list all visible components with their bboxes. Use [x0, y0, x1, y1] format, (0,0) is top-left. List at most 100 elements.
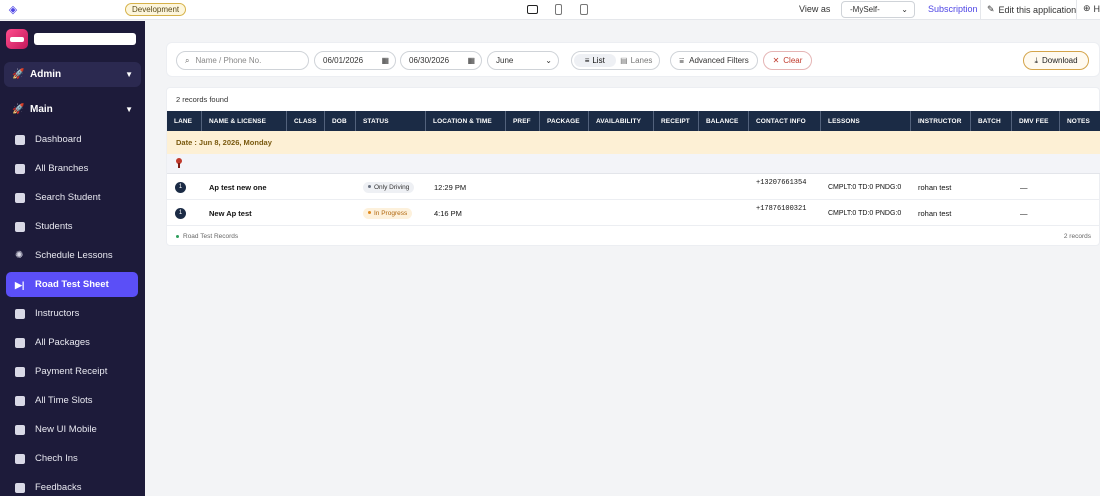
edit-application-label: Edit this application: [998, 4, 1077, 15]
sidebar-item-feedbacks[interactable]: Feedbacks: [6, 475, 138, 496]
sidebar-item-all-time-slots[interactable]: All Time Slots: [6, 388, 138, 413]
rocket-icon: 🚀: [12, 104, 25, 115]
device-preview-toggle: [526, 2, 590, 16]
sidebar-section-admin[interactable]: 🚀 Admin ▼: [4, 62, 141, 87]
lanes-view-button[interactable]: ▤ Lanes: [616, 54, 658, 67]
column-header-class[interactable]: CLASS: [287, 111, 325, 131]
column-header-availability[interactable]: AVAILABILITY: [589, 111, 654, 131]
date-from-field[interactable]: 06/01/2026 ▦: [314, 51, 396, 70]
top-bar: ◈ Development View as -MySelf- ⌄ Subscri…: [0, 0, 1100, 20]
sun-icon: ✺: [15, 249, 24, 261]
list-view-button[interactable]: ≡ List: [574, 54, 616, 67]
mobile-preview-icon[interactable]: [578, 2, 590, 16]
time-cell: 12:29 PM: [434, 182, 467, 192]
sidebar-item-students[interactable]: Students: [6, 214, 138, 239]
column-header-receipt[interactable]: RECEIPT: [654, 111, 699, 131]
table-footer: Road Test Records 2 records: [167, 227, 1100, 247]
lane-badge: 1: [175, 207, 186, 219]
sidebar-item-dashboard[interactable]: Dashboard: [6, 127, 138, 152]
desktop-preview-icon[interactable]: [526, 2, 538, 16]
sidebar-item-all-branches[interactable]: All Branches: [6, 156, 138, 181]
advanced-filters-label: Advanced Filters: [689, 56, 749, 65]
view-as-value: -MySelf-: [850, 5, 880, 14]
table-row[interactable]: 1 Ap test new one Only Driving 12:29 PM …: [167, 174, 1100, 200]
sidebar-item-new-ui-mobile[interactable]: New UI Mobile: [6, 417, 138, 442]
table-row[interactable]: 1 New Ap test In Progress 4:16 PM +17876…: [167, 200, 1100, 226]
app-logo-icon[interactable]: ◈: [5, 2, 21, 18]
column-header-instructor[interactable]: INSTRUCTOR: [911, 111, 971, 131]
search-placeholder: Name / Phone No.: [195, 56, 262, 65]
column-header-notes[interactable]: NOTES: [1060, 111, 1100, 131]
status-badge: In Progress: [363, 207, 413, 219]
bookmark-icon: [15, 221, 25, 232]
sidebar-item-search-student[interactable]: Search Student: [6, 185, 138, 210]
column-header-batch[interactable]: BATCH: [971, 111, 1012, 131]
calendar-icon: [15, 453, 25, 464]
lane-cell: 1: [175, 174, 186, 200]
sidebar-item-label: All Branches: [35, 163, 89, 174]
list-view-label: List: [592, 56, 605, 65]
column-header-dmv-fee[interactable]: DMV FEE: [1012, 111, 1060, 131]
month-select[interactable]: June ⌄: [487, 51, 559, 70]
download-label: Download: [1041, 56, 1078, 65]
list-icon: ≡: [584, 56, 590, 65]
lessons-cell: CMPLT:0 TD:0 PNDG:0: [828, 209, 902, 217]
column-header-package[interactable]: PACKAGE: [540, 111, 589, 131]
download-button[interactable]: ⤓ Download: [1023, 51, 1089, 70]
column-header-dob[interactable]: DOB: [325, 111, 356, 131]
sidebar-item-road-test-sheet[interactable]: ▶︎| Road Test Sheet: [6, 272, 138, 297]
calendar-icon: ▦: [381, 56, 389, 65]
sidebar-item-all-packages[interactable]: All Packages: [6, 330, 138, 355]
column-header-pref[interactable]: PREF: [506, 111, 540, 131]
tablet-preview-icon[interactable]: [552, 2, 564, 16]
sidebar-section-main[interactable]: 🚀 Main ▼: [4, 97, 141, 122]
table-header: LANE NAME & LICENSE CLASS DOB STATUS LOC…: [167, 111, 1100, 131]
monitor-icon: [15, 395, 25, 406]
filter-bar: ⌕ Name / Phone No. 06/01/2026 ▦ 06/30/20…: [166, 42, 1100, 77]
sidebar-item-instructors[interactable]: Instructors: [6, 301, 138, 326]
help-label: H: [1093, 3, 1100, 14]
section-label: Admin: [30, 69, 62, 80]
column-header-location-time[interactable]: LOCATION & TIME: [426, 111, 506, 131]
sidebar-item-chech-ins[interactable]: Chech Ins: [6, 446, 138, 471]
app-name-redacted: [35, 3, 107, 16]
brand[interactable]: [6, 29, 136, 49]
column-header-lessons[interactable]: LESSONS: [821, 111, 911, 131]
column-header-status[interactable]: STATUS: [356, 111, 426, 131]
sidebar-item-schedule-lessons[interactable]: ✺ Schedule Lessons: [6, 243, 138, 268]
column-header-balance[interactable]: BALANCE: [699, 111, 749, 131]
monitor-icon: [15, 337, 25, 348]
divider: [1076, 0, 1077, 20]
sidebar-item-payment-receipt[interactable]: Payment Receipt: [6, 359, 138, 384]
view-as-select[interactable]: -MySelf- ⌄: [841, 1, 915, 18]
subscription-link[interactable]: Subscription: [928, 4, 978, 14]
sidebar-item-label: Road Test Sheet: [35, 279, 109, 290]
environment-badge: Development: [125, 3, 187, 16]
edit-application-button[interactable]: ✎ Edit this application: [987, 4, 1076, 15]
column-header-contact-info[interactable]: CONTACT INFO: [749, 111, 821, 131]
pin-icon[interactable]: [176, 158, 182, 168]
name-cell[interactable]: Ap test new one: [209, 174, 267, 200]
date-from-value: 06/01/2026: [323, 56, 364, 65]
view-toggle: ≡ List ▤ Lanes: [571, 51, 660, 70]
clear-button[interactable]: ✕ Clear: [763, 51, 812, 70]
sidebar-item-label: All Time Slots: [35, 395, 93, 406]
dmv-fee-cell: —: [1020, 208, 1028, 218]
bookmark-icon: [15, 192, 25, 203]
search-input[interactable]: ⌕ Name / Phone No.: [176, 51, 309, 70]
advanced-filters-button[interactable]: ⩸ Advanced Filters: [670, 51, 758, 70]
divider: [980, 0, 981, 20]
close-icon: ✕: [772, 56, 780, 65]
name-cell[interactable]: New Ap test: [209, 200, 252, 226]
footer-left-label: Road Test Records: [183, 233, 239, 240]
column-header-name-license[interactable]: NAME & LICENSE: [202, 111, 287, 131]
sidebar-item-label: New UI Mobile: [35, 424, 97, 435]
status-dot: [368, 185, 371, 189]
contact-cell: +17876100321: [756, 205, 807, 213]
help-button[interactable]: ⊕ H: [1083, 3, 1100, 14]
column-header-lane[interactable]: LANE: [167, 111, 202, 131]
date-to-field[interactable]: 06/30/2026 ▦: [400, 51, 482, 70]
date-group-header: Date : Jun 8, 2026, Monday: [167, 131, 1100, 154]
section-label: Main: [30, 104, 53, 115]
status-cell: In Progress: [363, 200, 413, 226]
